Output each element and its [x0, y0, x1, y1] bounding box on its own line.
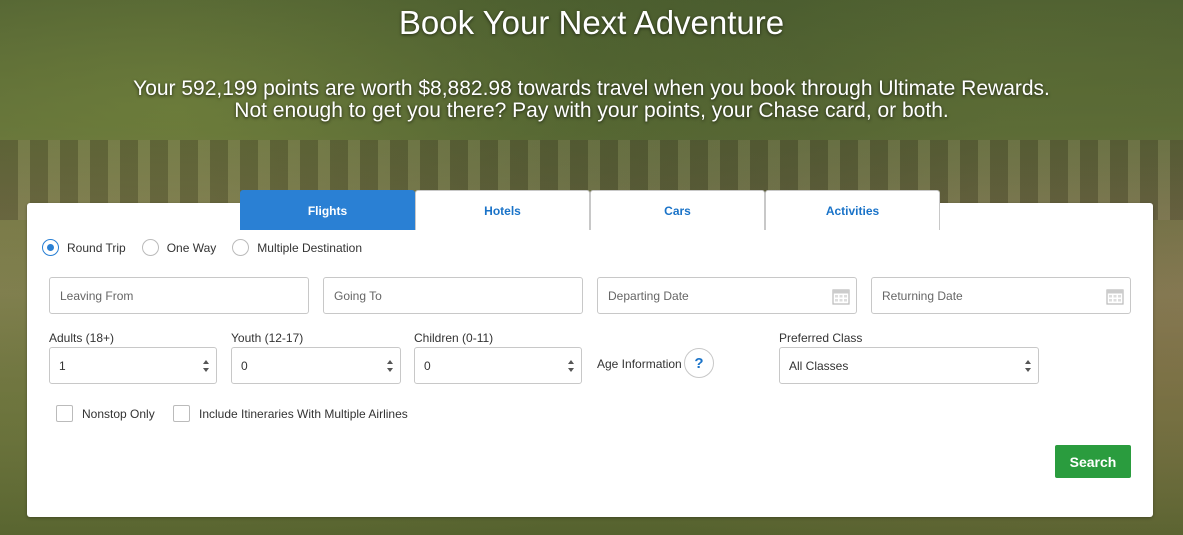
nonstop-only-checkbox[interactable]	[56, 405, 73, 422]
returning-date-input[interactable]	[882, 278, 1130, 313]
youth-select[interactable]: 0	[231, 347, 401, 384]
preferred-class-value: All Classes	[789, 358, 849, 373]
youth-label: Youth (12-17)	[231, 331, 304, 345]
radio-multiple-destination-label: Multiple Destination	[257, 240, 362, 255]
search-button[interactable]: Search	[1055, 445, 1131, 478]
preferred-class-select[interactable]: All Classes	[779, 347, 1039, 384]
booking-panel: Round Trip One Way Multiple Destination	[27, 203, 1153, 517]
booking-tabs: Flights Hotels Cars Activities	[240, 190, 940, 230]
radio-one-way[interactable]: One Way	[141, 239, 217, 256]
tab-activities[interactable]: Activities	[765, 190, 940, 230]
radio-round-trip[interactable]: Round Trip	[42, 239, 126, 256]
points-summary-line2: Not enough to get you there? Pay with yo…	[234, 99, 949, 122]
multiple-airlines-label: Include Itineraries With Multiple Airlin…	[199, 406, 408, 421]
radio-one-way-label: One Way	[166, 240, 217, 255]
calendar-icon[interactable]	[832, 287, 850, 305]
multiple-airlines-option[interactable]: Include Itineraries With Multiple Airlin…	[173, 405, 408, 422]
age-information-label: Age Information	[597, 357, 682, 371]
radio-round-trip-control[interactable]	[42, 239, 59, 256]
youth-value: 0	[241, 358, 248, 373]
radio-multiple-destination-control[interactable]	[232, 239, 250, 256]
radio-multiple-destination[interactable]: Multiple Destination	[232, 239, 362, 256]
leaving-from-input[interactable]	[60, 278, 308, 313]
select-arrows-icon	[203, 360, 209, 372]
multiple-airlines-checkbox[interactable]	[173, 405, 190, 422]
children-label: Children (0-11)	[414, 331, 494, 345]
departing-date-field[interactable]	[597, 277, 857, 314]
select-arrows-icon	[1025, 360, 1031, 372]
adults-value: 1	[59, 358, 66, 373]
leaving-from-field[interactable]	[49, 277, 309, 314]
children-select[interactable]: 0	[414, 347, 582, 384]
returning-date-field[interactable]	[871, 277, 1131, 314]
going-to-input[interactable]	[334, 278, 582, 313]
trip-type-group: Round Trip One Way Multiple Destination	[42, 239, 378, 256]
radio-one-way-control[interactable]	[141, 239, 159, 256]
nonstop-only-label: Nonstop Only	[82, 406, 155, 421]
calendar-icon[interactable]	[1106, 287, 1124, 305]
tab-hotels[interactable]: Hotels	[415, 190, 590, 230]
adults-label: Adults (18+)	[49, 331, 115, 345]
points-summary: Your 592,199 points are worth $8,882.98 …	[0, 78, 1183, 122]
radio-round-trip-label: Round Trip	[67, 240, 126, 255]
select-arrows-icon	[387, 360, 393, 372]
going-to-field[interactable]	[323, 277, 583, 314]
preferred-class-label: Preferred Class	[779, 331, 863, 345]
select-arrows-icon	[568, 360, 574, 372]
children-value: 0	[424, 358, 431, 373]
help-icon[interactable]: ?	[684, 348, 714, 378]
points-summary-line1: Your 592,199 points are worth $8,882.98 …	[133, 77, 1050, 100]
tab-cars[interactable]: Cars	[590, 190, 765, 230]
page-title: Book Your Next Adventure	[398, 4, 785, 41]
tab-flights[interactable]: Flights	[240, 190, 415, 230]
adults-select[interactable]: 1	[49, 347, 217, 384]
nonstop-only-option[interactable]: Nonstop Only	[56, 405, 155, 422]
departing-date-input[interactable]	[608, 278, 856, 313]
